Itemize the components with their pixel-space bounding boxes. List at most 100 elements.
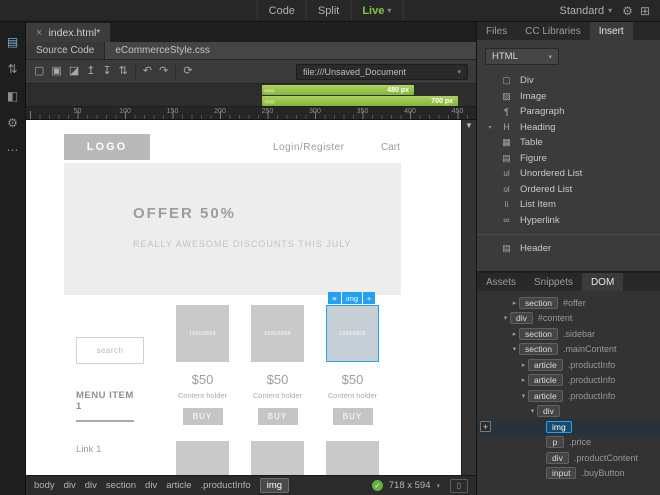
dom-tag-pill[interactable]: article — [528, 358, 563, 371]
tag-selector-div[interactable]: div — [85, 480, 97, 491]
twisty-icon[interactable]: ▸ — [510, 299, 519, 307]
buy-button[interactable]: BUY — [332, 408, 373, 425]
twisty-icon[interactable]: ▾ — [501, 314, 510, 322]
dom-node-input-buybutton[interactable]: input .buyButton — [477, 466, 660, 482]
close-icon[interactable]: × — [36, 27, 42, 39]
tag-selector-article[interactable]: article — [166, 480, 191, 491]
media-query-bar-480-px[interactable]: ««« 480 px — [262, 85, 414, 95]
chevron-down-icon[interactable]: ▾ — [436, 482, 440, 490]
transfer-files-icon[interactable]: ⇅ — [7, 63, 17, 75]
login-register-link[interactable]: Login/Register — [273, 142, 344, 153]
insert-category-dropdown[interactable]: HTML ▾ — [485, 48, 559, 65]
tag-selector-productinfo[interactable]: .productInfo — [201, 480, 251, 491]
panel-tab-dom[interactable]: DOM — [581, 273, 624, 291]
tag-selector-img[interactable]: img — [259, 478, 290, 493]
panel-tab-insert[interactable]: Insert — [589, 22, 633, 40]
buy-button[interactable]: BUY — [257, 408, 298, 425]
buy-button[interactable]: BUY — [182, 408, 223, 425]
twisty-icon[interactable]: ▸ — [510, 330, 519, 338]
dom-tag-pill[interactable]: img — [546, 420, 572, 433]
insert-item-table[interactable]: ▾ ▦ Table — [477, 135, 660, 151]
panel-tab-snippets[interactable]: Snippets — [525, 273, 582, 291]
insert-item-hyperlink[interactable]: ▾ ∞ Hyperlink — [477, 213, 660, 229]
more-options-icon[interactable]: ⋯ — [7, 144, 19, 156]
related-file-source-code[interactable]: Source Code — [26, 42, 106, 59]
insert-item-div[interactable]: ▾ ▢ Div — [477, 73, 660, 89]
live-view-canvas[interactable]: LOGO Login/Register Cart OFFER 50% REALL… — [26, 120, 461, 475]
window-size-label[interactable]: 718 x 594 — [389, 480, 431, 491]
twisty-icon[interactable]: ▸ — [519, 361, 528, 369]
insert-item-unordered-list[interactable]: ▾ ul Unordered List — [477, 166, 660, 182]
upload-icon[interactable]: ↥ — [86, 66, 95, 77]
dom-tag-pill[interactable]: article — [528, 374, 563, 387]
product-image-placeholder[interactable]: 1000X800 — [251, 305, 304, 362]
dom-node-div[interactable]: ▾ div — [477, 404, 660, 420]
device-preview-icon[interactable]: ▯ — [450, 478, 468, 493]
twisty-icon[interactable]: ▸ — [519, 376, 528, 384]
dom-tag-pill[interactable]: div — [546, 451, 569, 464]
media-query-bar-700-px[interactable]: ««« 700 px — [262, 96, 458, 106]
vertical-scrollbar[interactable]: ▼ — [461, 120, 476, 475]
menu-grid-icon[interactable]: ⊞ — [640, 5, 650, 17]
panel-tab-assets[interactable]: Assets — [477, 273, 525, 291]
insert-item-heading[interactable]: ▾ H Heading — [477, 120, 660, 136]
insert-item-image[interactable]: ▾ ▨ Image — [477, 89, 660, 105]
tag-selector-div[interactable]: div — [145, 480, 157, 491]
dom-tag-pill[interactable]: article — [528, 389, 563, 402]
dom-tag-pill[interactable]: section — [519, 343, 558, 356]
twisty-icon[interactable]: ▾ — [519, 392, 528, 400]
add-element-icon[interactable]: + — [480, 421, 491, 432]
gear-icon[interactable]: ⚙ — [622, 5, 633, 17]
site-logo[interactable]: LOGO — [64, 134, 150, 160]
dom-node-p-price[interactable]: p .price — [477, 435, 660, 451]
panel-tab-cc-libraries[interactable]: CC Libraries — [516, 22, 590, 40]
workspace-switcher[interactable]: Standard ▾ — [560, 5, 613, 17]
dom-node-section-offer[interactable]: ▸ section #offer — [477, 295, 660, 311]
download-icon[interactable]: ↧ — [102, 66, 111, 77]
insert-item-figure[interactable]: ▾ ▤ Figure — [477, 151, 660, 167]
dom-tag-pill[interactable]: div — [537, 405, 560, 418]
dom-node-section-sidebar[interactable]: ▸ section .sidebar — [477, 326, 660, 342]
dom-node-article-productinfo[interactable]: ▸ article .productInfo — [477, 373, 660, 389]
product-card-2[interactable]: 1000X800 $50 Content holder BUY — [251, 305, 304, 475]
insert-item-header[interactable]: ▾ ▤ Header — [477, 241, 660, 257]
css-designer-icon[interactable]: ⚙ — [7, 117, 18, 129]
snippets-icon[interactable]: ◧ — [7, 90, 18, 102]
dom-tag-pill[interactable]: div — [510, 312, 533, 325]
cart-link[interactable]: Cart — [381, 142, 400, 153]
product-image-placeholder[interactable]: 1000X800 — [176, 305, 229, 362]
undo-icon[interactable]: ↶ — [143, 66, 152, 77]
sidebar-link-link-2[interactable]: Link 2 — [76, 474, 144, 475]
tag-selector-body[interactable]: body — [34, 480, 55, 491]
search-input[interactable]: search — [76, 337, 144, 364]
dom-node-section-maincontent[interactable]: ▾ section .mainContent — [477, 342, 660, 358]
dom-node-article-productinfo[interactable]: ▸ article .productInfo — [477, 357, 660, 373]
dom-tag-pill[interactable]: input — [546, 467, 577, 480]
element-display-add-icon[interactable]: + — [363, 292, 376, 304]
dom-node-div-content[interactable]: ▾ div #content — [477, 311, 660, 327]
twisty-icon[interactable]: ▾ — [510, 345, 519, 353]
view-mode-live[interactable]: Live ▾ — [350, 0, 404, 21]
tag-selector-div[interactable]: div — [64, 480, 76, 491]
tag-selector-section[interactable]: section — [106, 480, 136, 491]
chevron-down-icon[interactable]: ▾ — [457, 68, 461, 76]
product-image-placeholder[interactable]: 1000X800 — [326, 305, 379, 362]
product-card-1[interactable]: 1000X800 $50 Content holder BUY — [176, 305, 229, 475]
related-file-css[interactable]: eCommerceStyle.css — [105, 42, 219, 59]
no-errors-icon[interactable]: ✓ — [371, 480, 383, 491]
insert-item-list-item[interactable]: ▾ li List Item — [477, 197, 660, 213]
twisty-icon[interactable]: ▾ — [528, 407, 537, 415]
dom-node-article-productinfo[interactable]: ▾ article .productInfo — [477, 388, 660, 404]
dom-tag-pill[interactable]: section — [519, 327, 558, 340]
view-mode-split[interactable]: Split ▾ — [305, 0, 350, 21]
tab-index-html[interactable]: × index.html* — [26, 23, 111, 42]
insert-item-ordered-list[interactable]: ▾ ol Ordered List — [477, 182, 660, 198]
open-file-icon[interactable]: ▣ — [51, 66, 61, 77]
address-bar[interactable]: file:///Unsaved_Document ▾ — [296, 63, 468, 80]
document-icon[interactable]: ▤ — [7, 36, 18, 48]
refresh-icon[interactable]: ⟳ — [183, 66, 192, 77]
view-mode-code[interactable]: Code ▾ — [256, 0, 306, 21]
dom-node-img[interactable]: + img — [477, 419, 660, 435]
product-card-3[interactable]: ≡ img + 1000X800 $50 Content holder BUY — [326, 292, 379, 475]
save-icon[interactable]: ◪ — [69, 66, 79, 77]
